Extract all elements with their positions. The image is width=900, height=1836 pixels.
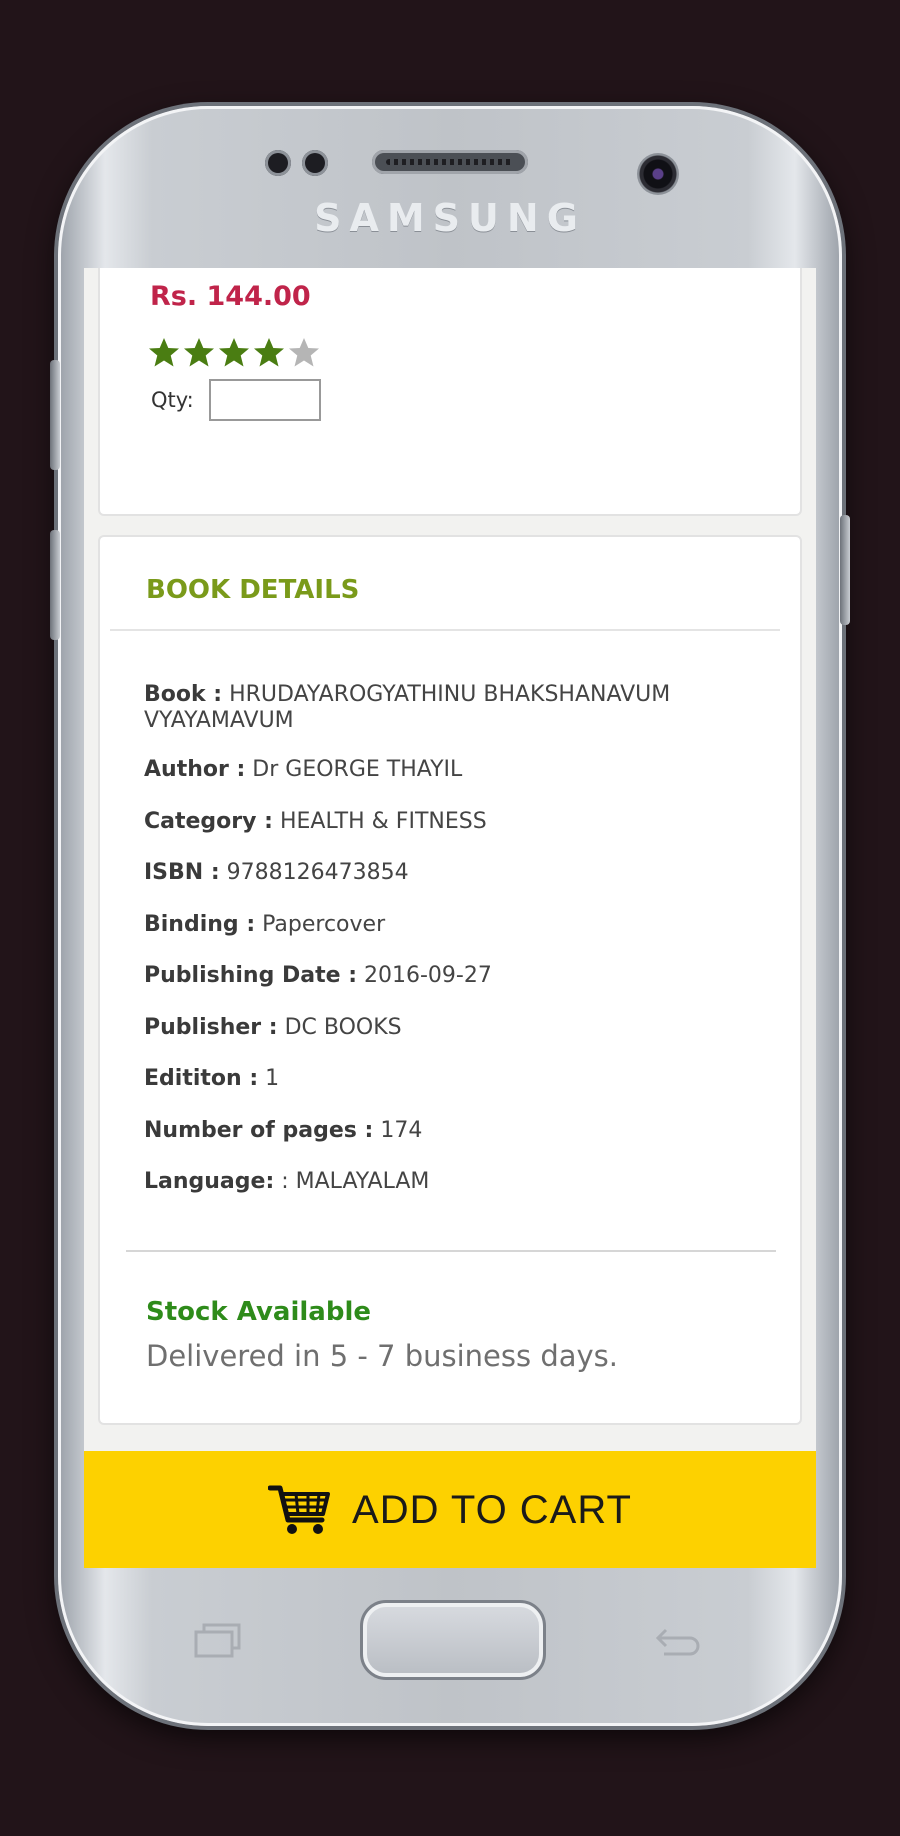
detail-edition: Edititon : 1: [144, 1066, 704, 1092]
power-button: [840, 515, 850, 625]
detail-label: Binding :: [144, 912, 256, 937]
detail-label: Publishing Date :: [144, 963, 357, 988]
device-brand: SAMSUNG: [314, 196, 586, 240]
price-card: Rs. 144.00 Qty:: [98, 268, 802, 516]
cart-icon: [268, 1485, 331, 1534]
detail-label: Category :: [144, 809, 273, 834]
detail-value: : MALAYALAM: [281, 1169, 430, 1194]
front-camera: [637, 153, 679, 195]
stock-divider: [126, 1250, 776, 1252]
detail-category: Category : HEALTH & FITNESS: [144, 809, 704, 835]
detail-publisher: Publisher : DC BOOKS: [144, 1015, 704, 1041]
add-to-cart-button[interactable]: ADD TO CART: [84, 1451, 816, 1568]
book-details-card: BOOK DETAILS Book : HRUDAYAROGYATHINU BH…: [98, 535, 802, 1425]
detail-value: 1: [265, 1066, 280, 1091]
title-divider: [110, 629, 780, 631]
product-price: Rs. 144.00: [150, 281, 311, 312]
detail-value: Dr GEORGE THAYIL: [252, 757, 463, 782]
detail-value: 9788126473854: [226, 860, 409, 885]
back-icon[interactable]: [652, 1620, 704, 1664]
star-icon: [254, 338, 284, 367]
detail-isbn: ISBN : 9788126473854: [144, 860, 704, 886]
delivery-info: Delivered in 5 - 7 business days.: [146, 1339, 619, 1373]
detail-binding: Binding : Papercover: [144, 912, 704, 938]
detail-value: HRUDAYAROGYATHINU BHAKSHANAVUM VYAYAMAVU…: [144, 682, 671, 733]
home-button[interactable]: [360, 1600, 546, 1680]
volume-button-lower: [50, 530, 60, 640]
detail-label: ISBN :: [144, 860, 220, 885]
detail-author: Author : Dr GEORGE THAYIL: [144, 757, 704, 783]
sensor-dot: [265, 150, 291, 176]
detail-book: Book : HRUDAYAROGYATHINU BHAKSHANAVUM VY…: [144, 682, 704, 734]
detail-label: Edititon :: [144, 1066, 259, 1091]
star-icon: [219, 338, 249, 367]
volume-button: [50, 360, 60, 470]
detail-value: 174: [380, 1118, 423, 1143]
detail-value: DC BOOKS: [284, 1015, 402, 1040]
detail-label: Book :: [144, 682, 223, 707]
app-screen: Rs. 144.00 Qty: BOOK DETAILS Book : HRUD…: [84, 268, 816, 1568]
detail-label: Number of pages :: [144, 1118, 374, 1143]
star-icon: [289, 338, 319, 367]
detail-value: Papercover: [262, 912, 386, 937]
detail-label: Language:: [144, 1169, 275, 1194]
qty-label: Qty:: [151, 388, 194, 412]
star-icon: [184, 338, 214, 367]
detail-value: 2016-09-27: [364, 963, 492, 988]
add-to-cart-label: ADD TO CART: [352, 1487, 632, 1532]
detail-label: Author :: [144, 757, 246, 782]
section-title: BOOK DETAILS: [146, 575, 360, 605]
recent-apps-icon[interactable]: [192, 1620, 244, 1664]
qty-input[interactable]: [209, 379, 321, 421]
earpiece-speaker: [372, 150, 528, 174]
stock-status: Stock Available: [146, 1297, 371, 1327]
detail-publishing-date: Publishing Date : 2016-09-27: [144, 963, 704, 989]
star-icon: [149, 338, 179, 367]
sensor-dot: [302, 150, 328, 176]
detail-pages: Number of pages : 174: [144, 1118, 704, 1144]
detail-label: Publisher :: [144, 1015, 278, 1040]
detail-language: Language: : MALAYALAM: [144, 1169, 704, 1195]
rating-stars: [148, 337, 320, 369]
detail-value: HEALTH & FITNESS: [279, 809, 487, 834]
